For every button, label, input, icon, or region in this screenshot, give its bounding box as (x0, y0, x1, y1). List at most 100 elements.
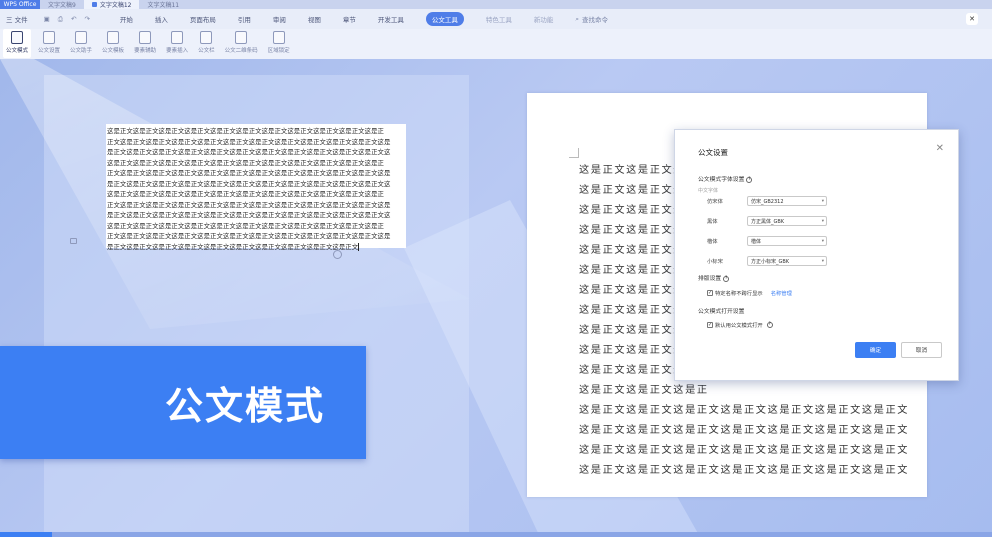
app-brand[interactable]: WPS Office (0, 0, 40, 9)
element-aid-icon (139, 31, 152, 44)
font-row-label: 黑体 (707, 219, 718, 225)
default-open-checkbox[interactable]: ✓ (707, 322, 713, 328)
no-wrap-checkbox[interactable]: ✓ (707, 290, 713, 296)
chevron-down-icon: ▾ (821, 198, 824, 204)
quick-access-toolbar: ▣ ⎙ ↶ ↷ (44, 15, 90, 24)
menu-home[interactable]: 开始 (120, 14, 133, 24)
menu-insert[interactable]: 插入 (155, 14, 168, 24)
checkbox-label: 特定名称不跨行显示 (715, 291, 763, 297)
official-template-button[interactable]: 公文模板 (99, 29, 127, 58)
ribbon-label: 公文设置 (38, 48, 61, 54)
font-section-label: 公文模式字体设置 (698, 177, 745, 183)
font-select-fangsong[interactable]: 仿宋_GB2312 ▾ (747, 196, 827, 206)
menu-page-layout[interactable]: 页面布局 (190, 14, 216, 24)
help-icon[interactable]: ? (723, 275, 730, 282)
chevron-down-icon: ▾ (821, 238, 824, 244)
text-line: 这是正文这是正文这是正文这是正文这是正文这是正文这是正文这是正文这是正文这是正文… (107, 127, 384, 135)
element-insert-button[interactable]: 要素插入 (163, 29, 191, 58)
column-icon (200, 31, 213, 44)
official-assistant-button[interactable]: 公文助手 (67, 29, 95, 58)
ribbon-label: 公文助手 (70, 48, 93, 54)
menu-view[interactable]: 视图 (308, 14, 321, 24)
font-row-label: 楷体 (707, 239, 718, 245)
print-icon[interactable]: ⎙ (58, 15, 63, 24)
font-row-fangsong: 仿宋体 仿宋_GB2312 ▾ (707, 196, 827, 206)
close-icon[interactable]: ✕ (966, 13, 978, 25)
ok-button[interactable]: 确定 (855, 342, 896, 358)
select-value: 方正小标宋_GBK (751, 258, 790, 265)
selected-text-block[interactable]: 这是正文这是正文这是正文这是正文这是正文这是正文这是正文这是正文这是正文这是正文… (106, 124, 406, 251)
last-line-text: 是正文这是正文这是正文这是正文这是正文这是正文这是正文这是正文这是正文这是正文 (107, 242, 359, 251)
help-icon[interactable]: ? (746, 176, 753, 183)
tab-label: 文字文稿11 (147, 2, 180, 9)
text-line: 这是正文这是正文这是正文这是正文这是正文这是正文这是正文这是正文这是正文这是正文… (107, 221, 384, 230)
text-line-last: 是正文这是正文这是正文这是正文这是正文这是正文这是正文这是正文这是正文这是正文 (107, 242, 405, 253)
redo-icon[interactable]: ↷ (84, 15, 89, 24)
search-icon: ⌕ (575, 14, 579, 23)
paragraph-handle-icon[interactable] (70, 238, 77, 244)
menu-developer[interactable]: 开发工具 (378, 14, 404, 24)
search-label: 查找命令 (581, 16, 608, 24)
menu-new-features[interactable]: 新功能 (534, 14, 554, 24)
qr-code-icon (235, 31, 248, 44)
region-lock-button[interactable]: 区域锁定 (265, 29, 293, 58)
chevron-down-icon: ▾ (821, 258, 824, 264)
layout-section-label: 排版设置 (698, 276, 722, 282)
command-search[interactable]: ⌕ 查找命令 (575, 14, 608, 25)
ribbon-label: 公文模板 (102, 48, 125, 54)
font-select-heiti[interactable]: 方正黑体_GBK ▾ (747, 216, 827, 226)
save-icon[interactable]: ▣ (44, 15, 50, 24)
select-value: 仿宋_GB2312 (751, 198, 784, 205)
chinese-font-subheading: 中文字体 (698, 188, 719, 194)
tab-document-11[interactable]: 文字文稿11 (139, 0, 187, 9)
menu-bar: 三 文件 ▣ ⎙ ↶ ↷ 开始 插入 页面布局 引用 审阅 视图 章节 开发工具… (0, 9, 992, 29)
help-icon[interactable]: ? (766, 322, 773, 328)
cancel-button[interactable]: 取消 (901, 342, 942, 358)
tab-label: 文字文稿12 (99, 2, 132, 9)
layout-section-heading: 排版设置? (698, 273, 730, 282)
text-line: 这是正文这是正文这是正文这是正文这是正文这是正文这是正文 (579, 465, 910, 476)
text-line: 正文这是正文这是正文这是正文这是正文这是正文这是正文这是正文这是正文这是正文这是… (107, 137, 391, 146)
ribbon-label: 要素辅助 (134, 48, 157, 54)
font-select-kaiti[interactable]: 楷体 ▾ (747, 236, 827, 246)
font-row-kaiti: 楷体 楷体 ▾ (707, 236, 827, 246)
text-line: 这是正文这是正文这是正文这是正文这是正文这是正文这是正文 (579, 405, 910, 416)
official-column-button[interactable]: 公文栏 (195, 29, 218, 58)
file-menu[interactable]: 三 文件 (6, 14, 28, 24)
banner-title: 公文模式 (165, 384, 326, 428)
qr-barcode-button[interactable]: 公文二维条码 (222, 29, 261, 58)
menu-section[interactable]: 章节 (343, 14, 356, 24)
no-wrap-names-option: ✓ 特定名称不跨行显示 名称管理 (707, 289, 792, 297)
menu-references[interactable]: 引用 (238, 14, 251, 24)
name-management-link[interactable]: 名称管理 (771, 289, 792, 297)
status-accent (0, 532, 52, 537)
font-row-label: 仿宋体 (707, 199, 723, 205)
tab-document-12[interactable]: 文字文稿12 (83, 0, 140, 9)
tab-bar: WPS Office 文字文稿9 文字文稿12 文字文稿11 (0, 0, 992, 9)
tab-document-9[interactable]: 文字文稿9 (40, 0, 84, 9)
undo-icon[interactable]: ↶ (71, 15, 76, 24)
menu-review[interactable]: 审阅 (273, 14, 286, 24)
settings-icon (43, 31, 56, 44)
official-mode-button[interactable]: 公文模式 (3, 29, 32, 58)
ribbon-label: 区域锁定 (267, 48, 290, 54)
text-line: 这是正文这是正文这是正文这是正文这是正文这是正文这是正文这是正文这是正文这是正文… (107, 190, 384, 198)
menu-official-doc-tools[interactable]: 公文工具 (425, 12, 464, 26)
select-value: 方正黑体_GBK (751, 218, 785, 225)
menu-special-tools[interactable]: 特色工具 (486, 14, 512, 24)
text-line: 正文这是正文这是正文这是正文这是正文这是正文这是正文这是正文这是正文这是正文这是… (107, 169, 391, 177)
quick-format-icon[interactable] (333, 250, 342, 259)
ribbon-toolbar: 公文模式 公文设置 公文助手 公文模板 要素辅助 要素插入 公文栏 公文二维条码… (0, 29, 992, 59)
dialog-title: 公文设置 (698, 148, 728, 157)
element-aid-button[interactable]: 要素辅助 (131, 29, 159, 58)
tab-label: 文字文稿9 (48, 2, 76, 9)
close-icon[interactable]: ✕ (936, 143, 944, 154)
text-cursor (358, 242, 360, 251)
text-line: 这是正文这是正文这是正文这是正文这是正文这是正文这是正文 (579, 445, 910, 456)
assistant-icon (75, 31, 88, 44)
font-row-heiti: 黑体 方正黑体_GBK ▾ (707, 216, 827, 226)
official-settings-button[interactable]: 公文设置 (35, 29, 63, 58)
font-select-xiaobiaosong[interactable]: 方正小标宋_GBK ▾ (747, 256, 827, 266)
ribbon-label: 公文栏 (198, 48, 215, 54)
template-icon (107, 31, 120, 44)
